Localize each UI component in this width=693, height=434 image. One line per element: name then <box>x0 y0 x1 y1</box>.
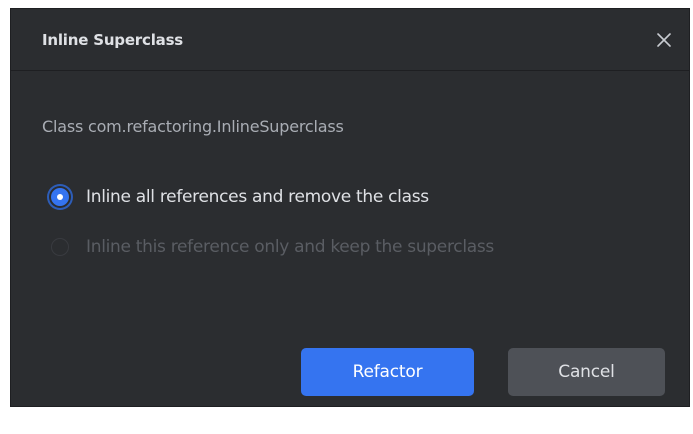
option-inline-all[interactable]: Inline all references and remove the cla… <box>51 187 429 207</box>
close-icon[interactable] <box>653 29 675 51</box>
cancel-button[interactable]: Cancel <box>508 348 665 396</box>
radio-button-disabled <box>51 238 69 256</box>
dialog-title-bar: Inline Superclass <box>11 9 689 71</box>
class-name-label: Class com.refactoring.InlineSuperclass <box>42 117 344 136</box>
option-inline-this-only-label: Inline this reference only and keep the … <box>86 237 494 257</box>
inline-superclass-dialog: Inline Superclass Class com.refactoring.… <box>10 8 690 407</box>
option-inline-all-label: Inline all references and remove the cla… <box>86 187 429 207</box>
refactor-button[interactable]: Refactor <box>301 348 474 396</box>
radio-button-checked[interactable] <box>51 188 69 206</box>
option-inline-this-only: Inline this reference only and keep the … <box>51 237 494 257</box>
dialog-title: Inline Superclass <box>42 31 184 49</box>
